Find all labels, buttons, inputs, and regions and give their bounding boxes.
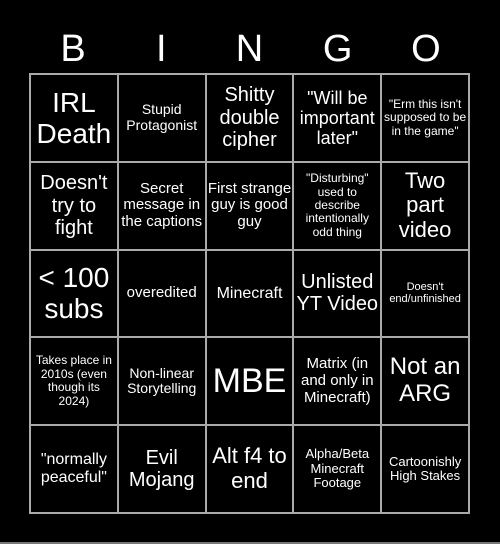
bingo-header: B I N G O	[29, 24, 470, 74]
bingo-cell[interactable]: Secret message in the captions	[117, 161, 206, 250]
bingo-cell[interactable]: IRL Death	[30, 74, 118, 162]
bingo-cell[interactable]: Doesn't end/unfinished	[381, 249, 469, 338]
bingo-cell[interactable]: Two part video	[381, 161, 469, 250]
bingo-cell[interactable]: MBE	[205, 337, 294, 426]
bingo-cell[interactable]: Doesn't try to fight	[30, 161, 118, 250]
bingo-cell[interactable]: Alpha/Beta Minecraft Footage	[293, 425, 382, 513]
bingo-grid: IRL Death Stupid Protagonist Shitty doub…	[29, 73, 470, 514]
bingo-cell[interactable]: "Will be important later"	[293, 74, 382, 162]
bingo-cell[interactable]: Non-linear Storytelling	[117, 337, 206, 426]
bingo-cell[interactable]: Minecraft	[205, 249, 294, 338]
bingo-cell[interactable]: Cartoonishly High Stakes	[381, 425, 469, 513]
bingo-cell[interactable]: overedited	[117, 249, 206, 338]
bingo-cell[interactable]: Evil Mojang	[117, 425, 206, 513]
bingo-cell[interactable]: "normally peaceful"	[30, 425, 118, 513]
bingo-cell[interactable]: First strange guy is good guy	[205, 161, 294, 250]
bingo-cell[interactable]: "Disturbing" used to describe intentiona…	[293, 161, 382, 250]
bingo-cell[interactable]: Not an ARG	[381, 337, 469, 426]
bingo-cell[interactable]: Stupid Protagonist	[117, 74, 206, 162]
bingo-cell[interactable]: Alt f4 to end	[205, 425, 294, 513]
bingo-cell[interactable]: "Erm this isn't supposed to be in the ga…	[381, 74, 469, 162]
header-letter-g: G	[322, 28, 353, 70]
header-letter-o: O	[411, 28, 441, 70]
header-letter-n: N	[235, 28, 264, 70]
header-letter-i: I	[156, 28, 167, 70]
bingo-cell[interactable]: Unlisted YT Video	[293, 249, 382, 338]
bingo-cell[interactable]: Matrix (in and only in Minecraft)	[293, 337, 382, 426]
bingo-cell[interactable]: Shitty double cipher	[205, 74, 294, 162]
bingo-cell[interactable]: Takes place in 2010s (even though its 20…	[30, 337, 118, 426]
bingo-cell[interactable]: < 100 subs	[30, 249, 118, 338]
header-letter-b: B	[60, 28, 86, 70]
